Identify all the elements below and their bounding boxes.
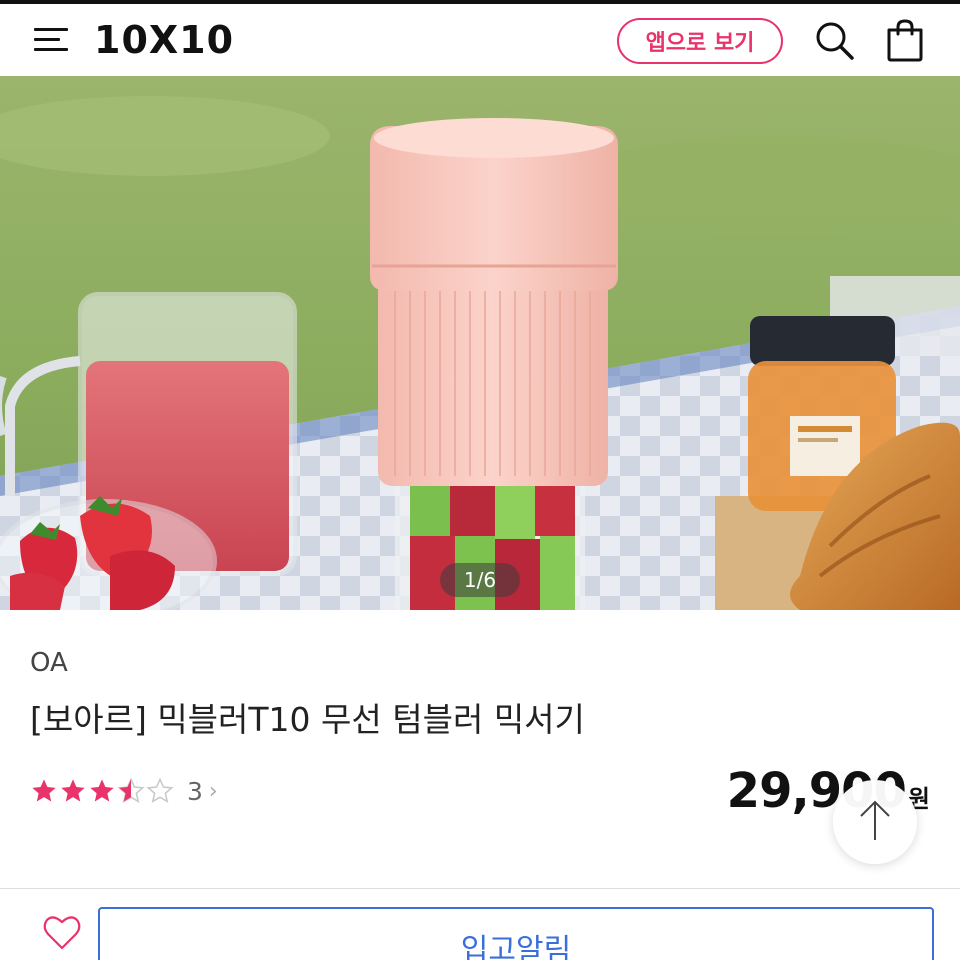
arrow-up-icon bbox=[860, 800, 890, 840]
star-full-icon bbox=[32, 779, 56, 802]
product-title: [보아르] 믹블러T10 무선 텀블러 믹서기 bbox=[30, 700, 585, 739]
star-empty-icon bbox=[146, 777, 174, 804]
star-full-icon bbox=[90, 779, 114, 802]
product-image-gallery[interactable]: 1/6 bbox=[0, 76, 960, 610]
restock-notify-button[interactable]: 입고알림 bbox=[98, 907, 934, 960]
product-photo bbox=[0, 76, 960, 610]
star-full-icon bbox=[61, 779, 85, 802]
wishlist-heart-icon[interactable] bbox=[42, 913, 82, 951]
search-icon[interactable] bbox=[814, 20, 856, 62]
review-count[interactable]: 3 bbox=[187, 777, 203, 806]
brand-name[interactable]: OA bbox=[30, 648, 68, 678]
menu-icon[interactable] bbox=[34, 26, 68, 54]
bottom-action-bar: 입고알림 bbox=[0, 888, 960, 960]
open-in-app-button[interactable]: 앱으로 보기 bbox=[617, 18, 783, 64]
site-logo[interactable]: 10X10 bbox=[94, 16, 234, 64]
shopping-bag-icon[interactable] bbox=[885, 18, 925, 62]
star-half-icon bbox=[117, 777, 145, 804]
chevron-right-icon: › bbox=[208, 778, 218, 804]
rating-stars bbox=[30, 777, 175, 805]
header: 10X10 앱으로 보기 bbox=[0, 4, 960, 76]
scroll-to-top-button[interactable] bbox=[833, 780, 917, 864]
gallery-counter: 1/6 bbox=[440, 563, 520, 597]
rating-summary[interactable]: 3 › bbox=[30, 774, 218, 808]
